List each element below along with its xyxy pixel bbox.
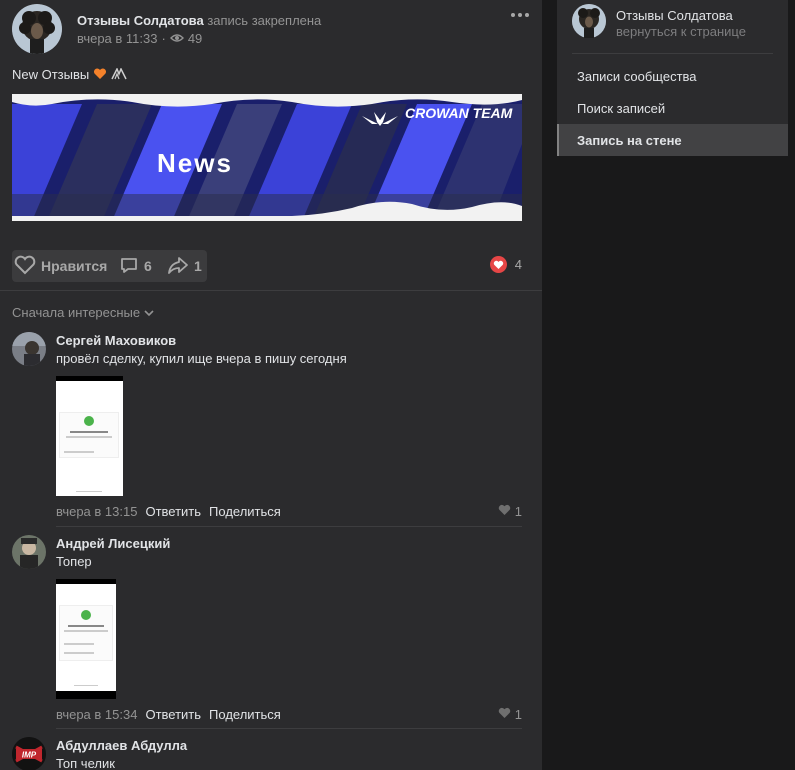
commenter-avatar[interactable]: IMP bbox=[12, 737, 46, 770]
banner-headline: News bbox=[157, 148, 233, 178]
comment-like-button[interactable]: 1 bbox=[498, 504, 522, 519]
comment-text: Топ челик bbox=[56, 756, 115, 770]
commenter-avatar[interactable] bbox=[12, 535, 46, 569]
commenter-name[interactable]: Андрей Лисецкий bbox=[56, 536, 170, 551]
reactions-summary[interactable]: 4 bbox=[489, 256, 522, 273]
sidebar-community-name[interactable]: Отзывы Солдатова bbox=[616, 8, 733, 23]
post-actions: Нравится 6 1 bbox=[12, 250, 207, 282]
views-count: 49 bbox=[187, 31, 203, 46]
chevron-down-icon bbox=[144, 305, 154, 320]
orange-heart-icon bbox=[93, 67, 111, 82]
comment-time[interactable]: вчера в 13:15 bbox=[56, 504, 137, 519]
commenter-avatar[interactable] bbox=[12, 332, 46, 366]
comment-likes-count: 1 bbox=[514, 504, 522, 519]
comment-text: провёл сделку, купил ище вчера в пишу се… bbox=[56, 351, 347, 366]
right-sidebar: Отзывы Солдатова вернуться к странице За… bbox=[557, 0, 788, 156]
post-divider bbox=[0, 290, 542, 291]
sidebar-item-wall-post[interactable]: Запись на стене bbox=[557, 124, 788, 156]
sidebar-item-community-posts[interactable]: Записи сообщества bbox=[557, 60, 788, 92]
commenter-name[interactable]: Сергей Маховиков bbox=[56, 333, 176, 348]
author-avatar[interactable] bbox=[12, 4, 62, 54]
comment-item: Сергей Маховиков провёл сделку, купил ищ… bbox=[12, 332, 522, 532]
column-gap bbox=[542, 0, 557, 770]
comments-count: 6 bbox=[144, 258, 152, 274]
comment-item: IMP Абдуллаев Абдулла Топ челик bbox=[12, 737, 522, 770]
comment-button[interactable]: 6 bbox=[119, 250, 152, 282]
author-name[interactable]: Отзывы Солдатова bbox=[77, 13, 204, 28]
heart-outline-icon bbox=[14, 255, 36, 278]
post-time[interactable]: вчера в 11:33 bbox=[77, 31, 157, 46]
sidebar-avatar[interactable] bbox=[572, 4, 606, 38]
share-comment-button[interactable]: Поделиться bbox=[209, 504, 281, 519]
commenter-name[interactable]: Абдуллаев Абдулла bbox=[56, 738, 187, 753]
sidebar-item-label: Поиск записей bbox=[577, 100, 666, 116]
comment-divider bbox=[56, 526, 522, 527]
reactions-count: 4 bbox=[514, 257, 522, 272]
comment-attachment-image[interactable] bbox=[56, 579, 116, 699]
heart-icon bbox=[498, 707, 511, 722]
comment-attachment-image[interactable] bbox=[56, 376, 123, 496]
like-button[interactable]: Нравится bbox=[14, 250, 107, 282]
share-arrow-icon bbox=[167, 255, 189, 278]
comment-icon bbox=[119, 255, 139, 278]
reply-button[interactable]: Ответить bbox=[145, 707, 201, 722]
share-comment-button[interactable]: Поделиться bbox=[209, 707, 281, 722]
banner-team-label: CROWAN TEAM bbox=[405, 105, 513, 121]
comment-sort-dropdown[interactable]: Сначала интересные bbox=[12, 305, 154, 320]
post-author[interactable]: Отзывы Солдатова запись закреплена bbox=[77, 13, 321, 28]
comment-text: Топер bbox=[56, 554, 92, 569]
back-to-page-link[interactable]: вернуться к странице bbox=[616, 24, 746, 39]
like-label: Нравится bbox=[41, 258, 108, 274]
comment-divider bbox=[56, 728, 522, 729]
shares-count: 1 bbox=[194, 258, 202, 274]
more-options-icon[interactable] bbox=[510, 10, 530, 20]
share-button[interactable]: 1 bbox=[167, 250, 202, 282]
wall-post: Отзывы Солдатова запись закреплена вчера… bbox=[0, 0, 542, 770]
eye-icon bbox=[169, 31, 184, 46]
pinned-label: запись закреплена bbox=[207, 13, 322, 28]
crown-symbol-icon bbox=[110, 67, 127, 82]
reply-button[interactable]: Ответить bbox=[145, 504, 201, 519]
meta-dot: · bbox=[161, 31, 166, 46]
post-header: Отзывы Солдатова запись закреплена вчера… bbox=[12, 4, 532, 56]
comment-time[interactable]: вчера в 15:34 bbox=[56, 707, 137, 722]
comment-likes-count: 1 bbox=[514, 707, 522, 722]
post-text: New Отзывы bbox=[12, 67, 127, 82]
post-text-content: New Отзывы bbox=[12, 67, 90, 82]
avatar-logo-text: IMP bbox=[22, 751, 37, 760]
sidebar-item-label: Запись на стене bbox=[577, 132, 682, 148]
sidebar-item-label: Записи сообщества bbox=[577, 68, 697, 84]
post-banner-image[interactable]: CROWAN TEAM News bbox=[12, 94, 522, 221]
right-edge bbox=[788, 0, 795, 770]
sort-label: Сначала интересные bbox=[12, 305, 141, 320]
sidebar-divider bbox=[572, 53, 773, 54]
comment-footer: вчера в 13:15 Ответить Поделиться bbox=[56, 504, 281, 519]
comment-item: Андрей Лисецкий Топер вчера в 15:34 Отве… bbox=[12, 535, 522, 735]
post-meta: вчера в 11:33 · 49 bbox=[77, 31, 202, 46]
comment-like-button[interactable]: 1 bbox=[498, 707, 522, 722]
comment-footer: вчера в 15:34 Ответить Поделиться bbox=[56, 707, 281, 722]
sidebar-item-search-posts[interactable]: Поиск записей bbox=[557, 92, 788, 124]
red-heart-icon bbox=[489, 256, 507, 273]
heart-icon bbox=[498, 504, 511, 519]
